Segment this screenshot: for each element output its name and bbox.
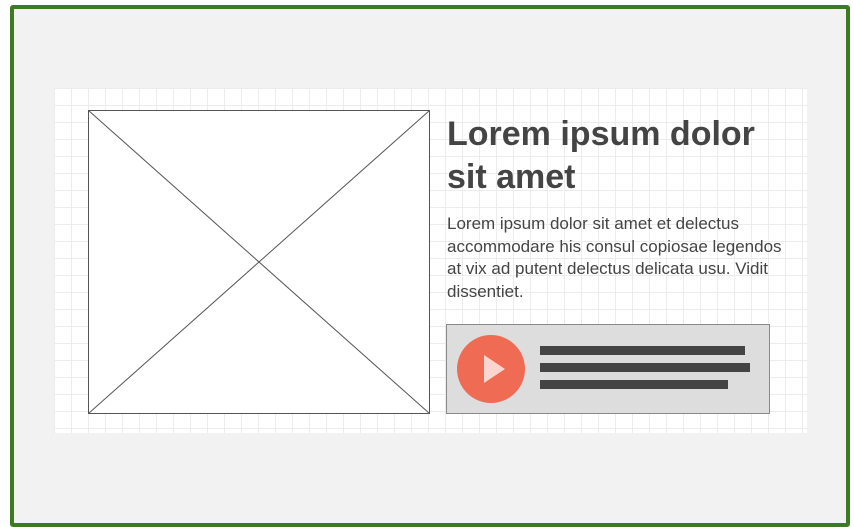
placeholder-text-line xyxy=(540,346,745,355)
play-icon xyxy=(484,355,505,383)
body-paragraph: Lorem ipsum dolor sit amet et delectus a… xyxy=(447,214,782,301)
play-button[interactable] xyxy=(457,335,525,403)
heading: Lorem ipsum dolor sit amet xyxy=(447,115,755,196)
placeholder-text-line xyxy=(540,363,750,372)
placeholder-text-line xyxy=(540,380,728,389)
image-placeholder-icon xyxy=(88,110,430,414)
wireframe-frame: Lorem ipsum dolor sit amet Lorem ipsum d… xyxy=(10,5,850,527)
media-player xyxy=(446,324,770,414)
grid-canvas: Lorem ipsum dolor sit amet Lorem ipsum d… xyxy=(54,88,807,433)
